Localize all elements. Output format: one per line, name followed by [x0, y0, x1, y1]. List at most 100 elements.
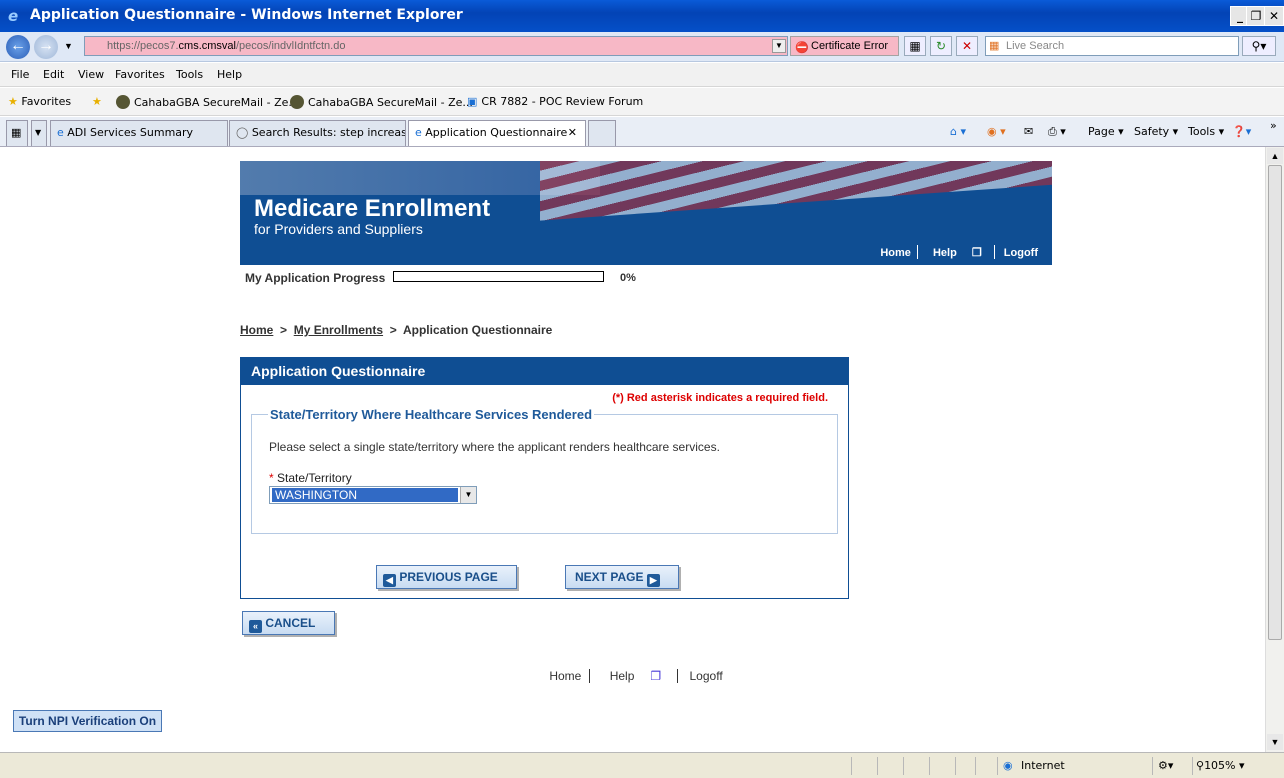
status-bar: ◉ Internet ⚙▾ ⚲105% ▾ [0, 752, 1284, 778]
next-page-label: NEXT PAGE [575, 570, 644, 584]
banner-title: Medicare Enrollment [254, 195, 491, 222]
cert-error-label: Certificate Error [811, 40, 889, 52]
tab-label: Application Questionnaire [425, 126, 568, 139]
chevron-down-icon[interactable]: ▼ [460, 487, 476, 503]
favorite-link-1[interactable]: CahabaGBA SecureMail - Ze... [116, 95, 299, 109]
tab-search-results[interactable]: ◯ Search Results: step increas... [229, 120, 406, 146]
address-dropdown-icon[interactable]: ▼ [772, 39, 786, 53]
footer-links: Home Help ❐ Logoff [7, 669, 1265, 683]
tab-list-icon[interactable]: ▼ [31, 120, 47, 146]
state-fieldset: State/Territory Where Healthcare Service… [251, 407, 838, 534]
banner-subtitle: for Providers and Suppliers [254, 221, 423, 237]
page-menu-label: Page [1088, 125, 1115, 138]
double-chevron-left-icon: « [249, 620, 262, 633]
scrollbar-thumb[interactable] [1268, 165, 1282, 640]
quick-tabs-icon[interactable]: ▦ [6, 120, 28, 146]
status-cell [929, 757, 930, 775]
back-icon[interactable]: ← [6, 35, 30, 59]
ie-page-icon: e [57, 126, 64, 139]
site-icon [290, 95, 304, 109]
next-page-button[interactable]: NEXT PAGE ▶ [565, 565, 679, 589]
menu-edit[interactable]: Edit [43, 68, 64, 81]
banner-help-label: Help [932, 247, 957, 259]
zoom-level: 105% [1204, 759, 1236, 772]
footer-home-link[interactable]: Home [541, 669, 589, 683]
breadcrumb-home-link[interactable]: Home [240, 323, 273, 337]
history-dropdown-icon[interactable]: ▼ [64, 41, 73, 51]
zoom-control[interactable]: ⚲105% ▾ [1196, 759, 1245, 772]
popup-window-icon: ❐ [971, 247, 982, 259]
tab-adi-services[interactable]: e ADI Services Summary [50, 120, 228, 146]
certificate-error-button[interactable]: ⛔ Certificate Error [790, 36, 899, 56]
chevron-more-icon[interactable]: » [1270, 119, 1277, 132]
search-placeholder: Live Search [1006, 40, 1065, 52]
favorites-button[interactable]: ★ Favorites [8, 95, 71, 108]
banner-logoff-link[interactable]: Logoff [998, 247, 1044, 259]
forward-icon[interactable]: → [34, 35, 58, 59]
close-window-button[interactable]: ✕ [1264, 6, 1284, 26]
ie-logo-icon: e [8, 7, 19, 25]
npi-verification-button[interactable]: Turn NPI Verification On [13, 710, 162, 732]
banner-flag-graphic [540, 161, 1052, 221]
favorite-link-3[interactable]: ▣ CR 7882 - POC Review Forum [467, 95, 643, 108]
breadcrumb: Home > My Enrollments > Application Ques… [240, 323, 552, 337]
state-label: * State/Territory [269, 471, 352, 485]
compatibility-icon[interactable]: ▦ [904, 36, 926, 56]
footer-logoff-link[interactable]: Logoff [682, 669, 731, 683]
divider [589, 669, 591, 683]
protected-mode-icon[interactable]: ⚙▾ [1158, 759, 1173, 772]
ie-page-icon: e [415, 126, 422, 139]
banner-help-link[interactable]: Help ❐ [921, 247, 994, 259]
footer-help-link[interactable]: Help ❐ [594, 669, 677, 683]
status-cell [903, 757, 904, 775]
banner-home-link[interactable]: Home [874, 247, 917, 259]
new-tab-button[interactable] [588, 120, 616, 146]
progress-percent: 0% [620, 272, 636, 284]
stop-icon[interactable]: ✕ [956, 36, 978, 56]
cancel-button[interactable]: « CANCEL [242, 611, 335, 635]
close-tab-icon[interactable]: ✕ [568, 121, 577, 145]
popup-window-icon: ❐ [650, 669, 662, 683]
favorites-bar: ★ Favorites ★ CahabaGBA SecureMail - Ze.… [0, 88, 1284, 116]
add-favorite-icon[interactable]: ★ [92, 95, 102, 108]
menu-help[interactable]: Help [217, 68, 242, 81]
questionnaire-panel: Application Questionnaire (*) Red asteri… [240, 357, 849, 599]
address-toolbar: ← → ▼ https://pecos7.cms.cmsval/pecos/in… [0, 32, 1284, 62]
tab-label: ADI Services Summary [67, 126, 194, 139]
search-input[interactable]: ▦ Live Search [985, 36, 1239, 56]
restore-button[interactable]: ❐ [1246, 6, 1266, 26]
menu-view[interactable]: View [78, 68, 104, 81]
scroll-down-icon[interactable]: ▼ [1267, 734, 1283, 750]
state-select[interactable]: WASHINGTON ▼ [269, 486, 477, 504]
tab-application-questionnaire[interactable]: e Application Questionnaire ✕ [408, 120, 586, 146]
favorite-link-2[interactable]: CahabaGBA SecureMail - Ze... [290, 95, 473, 109]
security-zone: Internet [1021, 759, 1065, 772]
favorite-link-label: CahabaGBA SecureMail - Ze... [308, 96, 473, 109]
tools-menu[interactable]: Tools ▾ [1188, 125, 1224, 138]
breadcrumb-enrollments-link[interactable]: My Enrollments [294, 323, 383, 337]
refresh-icon[interactable]: ↻ [930, 36, 952, 56]
page-icon: ▣ [467, 95, 478, 108]
page-menu[interactable]: Page ▾ [1088, 125, 1124, 138]
home-icon[interactable]: ⌂ ▾ [950, 125, 966, 138]
breadcrumb-current: Application Questionnaire [402, 323, 553, 337]
print-icon[interactable]: ⎙ ▾ [1048, 125, 1066, 139]
help-icon[interactable]: ❓▾ [1232, 125, 1251, 138]
previous-page-button[interactable]: ◀ PREVIOUS PAGE [376, 565, 517, 589]
globe-icon: ◉ [1003, 759, 1013, 772]
vertical-scrollbar[interactable]: ▲ ▼ [1265, 147, 1284, 752]
progress-label: My Application Progress [245, 271, 386, 285]
mail-icon[interactable]: ✉ [1024, 125, 1033, 138]
menu-favorites[interactable]: Favorites [115, 68, 165, 81]
required-asterisk: * [269, 471, 274, 485]
safety-menu[interactable]: Safety ▾ [1134, 125, 1178, 138]
menu-file[interactable]: File [11, 68, 29, 81]
address-field[interactable]: https://pecos7.cms.cmsval/pecos/indvlIdn… [84, 36, 788, 56]
search-button[interactable]: ⚲▾ [1242, 36, 1276, 56]
status-cell [997, 757, 998, 775]
safety-menu-label: Safety [1134, 125, 1170, 138]
menu-tools[interactable]: Tools [176, 68, 203, 81]
feeds-icon[interactable]: ◉ ▾ [987, 125, 1006, 138]
tab-bar: ▦ ▼ e ADI Services Summary ◯ Search Resu… [0, 117, 1284, 147]
scroll-up-icon[interactable]: ▲ [1267, 148, 1283, 164]
